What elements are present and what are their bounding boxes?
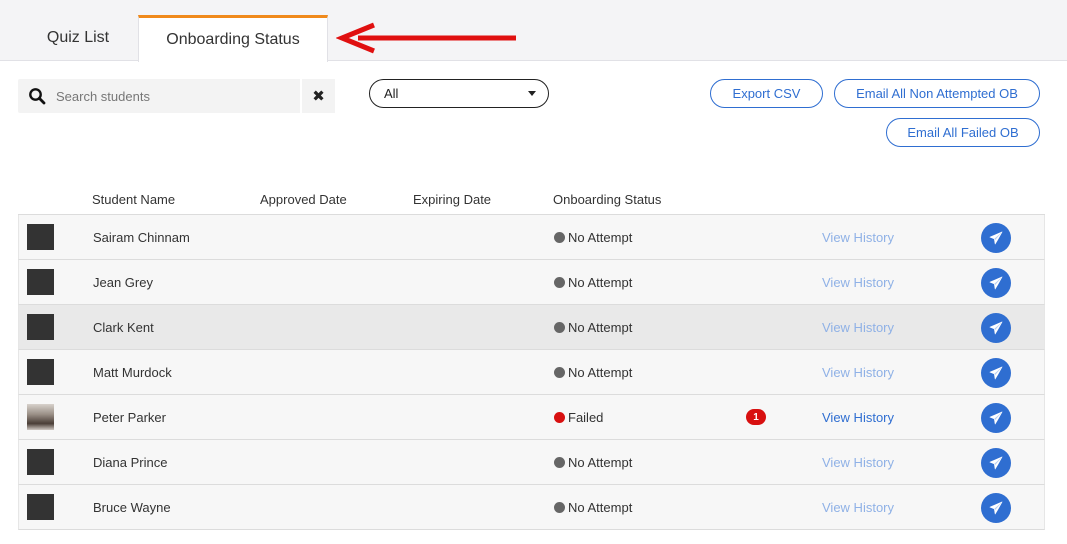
- paper-plane-icon: [989, 321, 1003, 335]
- paper-plane-icon: [989, 411, 1003, 425]
- send-email-button[interactable]: [981, 268, 1011, 298]
- search-input[interactable]: [52, 79, 300, 113]
- header-student-name: Student Name: [92, 192, 176, 207]
- avatar: [27, 269, 54, 295]
- tab-bar: Quiz List Onboarding Status: [0, 0, 1067, 62]
- onboarding-status: Failed: [554, 410, 603, 425]
- header-expiring-date: Expiring Date: [413, 192, 492, 207]
- view-history-link[interactable]: View History: [822, 275, 894, 290]
- onboarding-status: No Attempt: [554, 500, 632, 515]
- search-icon: [29, 88, 46, 105]
- caret-down-icon: [528, 91, 536, 96]
- avatar: [27, 404, 54, 430]
- paper-plane-icon: [989, 231, 1003, 245]
- status-dot-icon: [554, 502, 565, 513]
- status-text: No Attempt: [568, 500, 633, 515]
- table-row: Matt Murdock No Attempt View History: [18, 350, 1045, 395]
- paper-plane-icon: [989, 501, 1003, 515]
- avatar: [27, 494, 54, 520]
- table-header: Student Name Approved Date Expiring Date…: [18, 190, 1045, 210]
- status-text: Failed: [568, 410, 604, 425]
- table-row: Sairam Chinnam No Attempt View History: [18, 215, 1045, 260]
- status-text: No Attempt: [568, 275, 633, 290]
- send-email-button[interactable]: [981, 493, 1011, 523]
- student-name: Sairam Chinnam: [93, 230, 190, 245]
- table-row: Bruce Wayne No Attempt View History: [18, 485, 1045, 530]
- view-history-link[interactable]: View History: [822, 410, 894, 425]
- paper-plane-icon: [989, 276, 1003, 290]
- view-history-link[interactable]: View History: [822, 320, 894, 335]
- tab-onboarding-status[interactable]: Onboarding Status: [138, 15, 328, 62]
- status-dot-icon: [554, 457, 565, 468]
- header-onboarding-status: Onboarding Status: [553, 192, 662, 207]
- student-name: Jean Grey: [93, 275, 153, 290]
- status-filter-select[interactable]: All: [369, 79, 549, 108]
- onboarding-status: No Attempt: [554, 320, 632, 335]
- view-history-link[interactable]: View History: [822, 500, 894, 515]
- status-dot-icon: [554, 277, 565, 288]
- onboarding-status: No Attempt: [554, 230, 632, 245]
- status-dot-icon: [554, 367, 565, 378]
- student-name: Diana Prince: [93, 455, 168, 470]
- students-table: Sairam Chinnam No Attempt View History Jean…: [18, 214, 1045, 530]
- avatar: [27, 449, 54, 475]
- tab-quiz-list[interactable]: Quiz List: [18, 15, 138, 61]
- avatar: [27, 224, 54, 250]
- status-text: No Attempt: [568, 230, 633, 245]
- onboarding-status: No Attempt: [554, 365, 632, 380]
- table-row: Clark Kent No Attempt View History: [18, 305, 1045, 350]
- status-dot-icon: [554, 232, 565, 243]
- red-arrow-icon: [336, 22, 516, 54]
- onboarding-status: No Attempt: [554, 455, 632, 470]
- status-text: No Attempt: [568, 455, 633, 470]
- avatar: [27, 359, 54, 385]
- email-all-non-attempted-button[interactable]: Email All Non Attempted OB: [834, 79, 1040, 108]
- student-name: Peter Parker: [93, 410, 166, 425]
- send-email-button[interactable]: [981, 403, 1011, 433]
- status-text: No Attempt: [568, 365, 633, 380]
- search-box: [18, 79, 300, 113]
- attempt-count-badge: 1: [746, 409, 766, 425]
- send-email-button[interactable]: [981, 358, 1011, 388]
- table-row: Jean Grey No Attempt View History: [18, 260, 1045, 305]
- table-row: Diana Prince No Attempt View History: [18, 440, 1045, 485]
- onboarding-status: No Attempt: [554, 275, 632, 290]
- export-csv-button[interactable]: Export CSV: [710, 79, 823, 108]
- filter-selected-value: All: [384, 86, 399, 101]
- view-history-link[interactable]: View History: [822, 455, 894, 470]
- student-name: Clark Kent: [93, 320, 154, 335]
- view-history-link[interactable]: View History: [822, 365, 894, 380]
- student-name: Matt Murdock: [93, 365, 172, 380]
- header-approved-date: Approved Date: [260, 192, 347, 207]
- avatar: [27, 314, 54, 340]
- send-email-button[interactable]: [981, 313, 1011, 343]
- paper-plane-icon: [989, 366, 1003, 380]
- paper-plane-icon: [989, 456, 1003, 470]
- send-email-button[interactable]: [981, 448, 1011, 478]
- clear-search-button[interactable]: ✖: [302, 79, 335, 113]
- view-history-link[interactable]: View History: [822, 230, 894, 245]
- send-email-button[interactable]: [981, 223, 1011, 253]
- status-dot-icon: [554, 322, 565, 333]
- status-text: No Attempt: [568, 320, 633, 335]
- status-dot-icon: [554, 412, 565, 423]
- email-all-failed-button[interactable]: Email All Failed OB: [886, 118, 1040, 147]
- close-icon: ✖: [312, 87, 325, 105]
- student-name: Bruce Wayne: [93, 500, 171, 515]
- table-row: Peter Parker Failed 1 View History: [18, 395, 1045, 440]
